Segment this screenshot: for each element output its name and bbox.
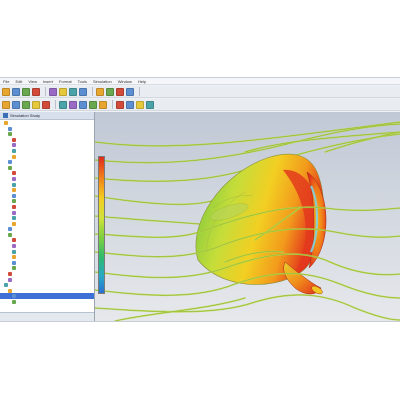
toolbar-button-icon[interactable]	[59, 87, 67, 96]
main-toolbar	[0, 86, 400, 98]
tree-node-icon	[12, 154, 16, 159]
cad-application-window: File Edit View Insert Format Tools Simul…	[0, 77, 400, 322]
toolbar-separator	[112, 100, 113, 109]
menu-simulation[interactable]: Simulation	[93, 78, 112, 85]
tree-node-icon	[8, 160, 12, 165]
toolbar-button-icon[interactable]	[42, 100, 50, 109]
tree-item[interactable]	[0, 299, 94, 305]
toolbar-button-icon[interactable]	[116, 87, 124, 96]
toolbar-button-icon[interactable]	[79, 87, 87, 96]
tree-node-icon	[12, 182, 16, 187]
tree-node-icon	[12, 137, 16, 142]
toolbar-button-icon[interactable]	[126, 100, 134, 109]
tree-node-icon	[8, 132, 12, 137]
tree-node-icon	[4, 283, 8, 288]
toolbar-separator	[92, 87, 93, 96]
toolbar-button-icon[interactable]	[12, 87, 20, 96]
toolbar-button-icon[interactable]	[89, 100, 97, 109]
tree-node-icon	[12, 266, 16, 271]
streamline-edge	[95, 215, 200, 225]
menu-view[interactable]: View	[28, 78, 37, 85]
toolbar-button-icon[interactable]	[116, 100, 124, 109]
tree-panel-header: Simulation Study	[0, 112, 94, 120]
menu-edit[interactable]: Edit	[15, 78, 22, 85]
feature-tree-panel: Simulation Study	[0, 112, 95, 321]
toolbar-button-icon[interactable]	[22, 100, 30, 109]
tree-panel-footer	[0, 312, 94, 321]
graphics-viewport[interactable]	[95, 112, 400, 321]
menu-file[interactable]: File	[3, 78, 9, 85]
tree-node-icon	[8, 165, 12, 170]
toolbar-separator	[139, 87, 140, 96]
toolbar-button-icon[interactable]	[69, 100, 77, 109]
tree-node-icon	[12, 143, 16, 148]
tree-node-icon	[8, 126, 12, 131]
toolbar-separator	[45, 87, 46, 96]
tree-node-icon	[12, 188, 16, 193]
toolbar-button-icon[interactable]	[106, 87, 114, 96]
feature-tree	[0, 120, 94, 305]
menu-help[interactable]: Help	[138, 78, 146, 85]
toolbar-button-icon[interactable]	[136, 100, 144, 109]
tree-node-icon	[4, 121, 8, 125]
tree-node-icon	[12, 238, 16, 243]
toolbar-button-icon[interactable]	[99, 100, 107, 109]
tree-node-icon	[8, 272, 12, 277]
menu-insert[interactable]: Insert	[43, 78, 53, 85]
tree-node-icon	[12, 199, 16, 204]
toolbar-button-icon[interactable]	[2, 87, 10, 96]
tree-node-icon	[12, 176, 16, 181]
tree-node-icon	[8, 232, 12, 237]
toolbar-button-icon[interactable]	[79, 100, 87, 109]
color-legend-bar	[98, 156, 105, 294]
tree-panel-title: Simulation Study	[10, 113, 41, 118]
toolbar-button-icon[interactable]	[2, 100, 10, 109]
toolbar-button-icon[interactable]	[12, 100, 20, 109]
toolbar-button-icon[interactable]	[32, 87, 40, 96]
tree-node-icon	[8, 277, 12, 282]
tree-node-icon	[12, 148, 16, 153]
tree-node-icon	[12, 210, 16, 215]
toolbar-button-icon[interactable]	[146, 100, 154, 109]
menu-tools[interactable]: Tools	[78, 78, 87, 85]
study-icon	[3, 113, 8, 118]
tree-node-icon	[12, 244, 16, 249]
tree-node-icon	[12, 260, 16, 265]
toolbar-separator	[55, 100, 56, 109]
tree-node-icon	[12, 300, 16, 304]
tree-node-icon	[12, 193, 16, 198]
toolbar-button-icon[interactable]	[22, 87, 30, 96]
tree-node-icon	[12, 255, 16, 260]
tree-node-icon	[12, 216, 16, 221]
menu-window[interactable]: Window	[118, 78, 132, 85]
tree-node-icon	[8, 227, 12, 232]
streamline	[95, 195, 216, 206]
tree-node-icon	[12, 204, 16, 209]
toolbar-button-icon[interactable]	[69, 87, 77, 96]
tree-node-icon	[12, 249, 16, 254]
toolbar-button-icon[interactable]	[59, 100, 67, 109]
tree-node-icon	[12, 294, 16, 299]
menu-bar: File Edit View Insert Format Tools Simul…	[0, 78, 400, 85]
tree-node-icon	[12, 171, 16, 176]
toolbar-button-icon[interactable]	[126, 87, 134, 96]
toolbar-button-icon[interactable]	[32, 100, 40, 109]
flow-simulation-render[interactable]	[95, 112, 400, 321]
tree-node-icon	[12, 221, 16, 226]
tree-node-icon	[8, 288, 12, 293]
toolbar-button-icon[interactable]	[96, 87, 104, 96]
toolbar-button-icon[interactable]	[49, 87, 57, 96]
feature-toolbar	[0, 99, 400, 111]
menu-format[interactable]: Format	[59, 78, 72, 85]
